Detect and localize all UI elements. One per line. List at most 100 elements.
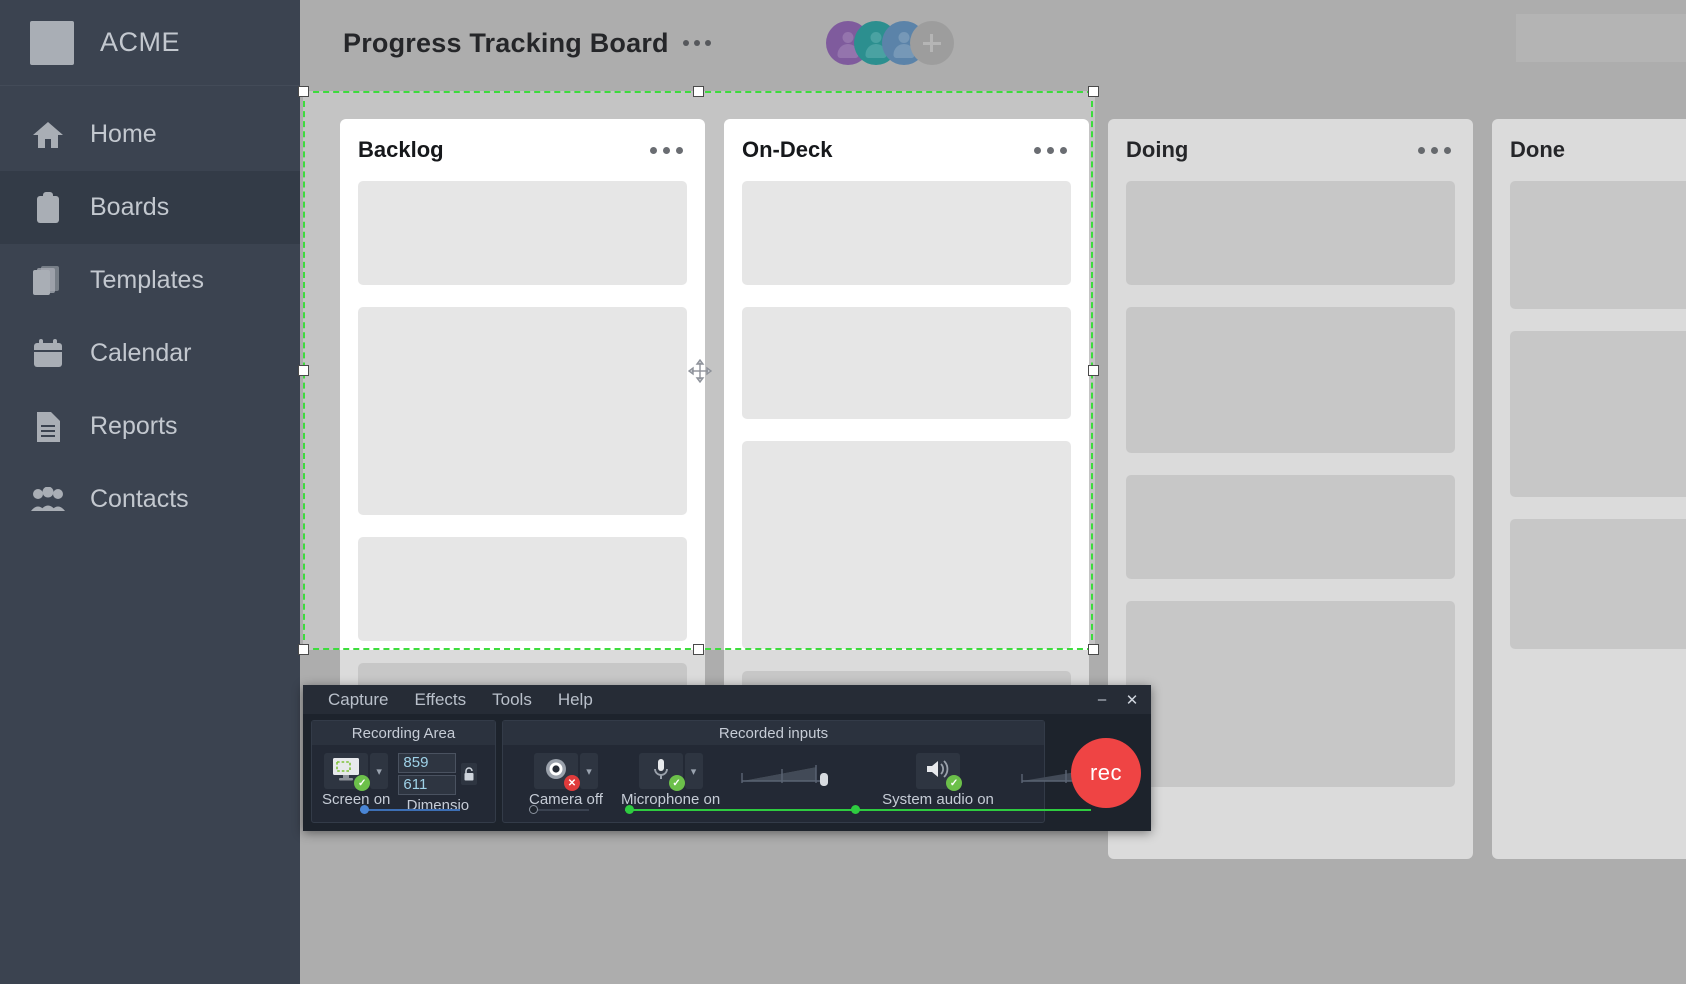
resize-handle-bl[interactable] [298,644,309,655]
sidebar-item-calendar[interactable]: Calendar [0,317,300,390]
resize-handle-br[interactable] [1088,644,1099,655]
board-column-on-deck: On-Deck [724,119,1089,775]
board-card[interactable] [1510,519,1686,649]
recording-area-slider[interactable] [360,805,460,815]
recording-width-input[interactable]: 859 [398,753,457,773]
sidebar-item-boards[interactable]: Boards [0,171,300,244]
board-card[interactable] [358,181,687,285]
record-button[interactable]: rec [1071,738,1141,808]
board-card[interactable] [1126,601,1455,787]
system-audio-volume-slider[interactable] [851,805,1091,815]
board-card[interactable] [1126,307,1455,453]
status-badge-on: ✓ [946,775,963,791]
screen-recorder-window: Capture Effects Tools Help – ✕ Recording… [303,685,1151,831]
recorder-menubar: Capture Effects Tools Help – ✕ [303,685,1151,714]
brand[interactable]: ACME [0,0,300,86]
sidebar-nav: Home Boards Templates Calendar Reports C… [0,86,300,536]
sidebar-item-label: Boards [90,193,170,221]
home-icon [30,117,66,153]
recorded-inputs-title: Recorded inputs [503,721,1044,745]
window-controls: – ✕ [1089,685,1145,714]
board-card[interactable] [1510,181,1686,309]
column-menu-ellipsis-icon[interactable] [1418,146,1451,154]
screen-select-button[interactable]: ✓ [324,753,371,791]
resize-handle-bc[interactable] [693,644,704,655]
system-audio-button[interactable]: ✓ [916,753,963,791]
chevron-down-icon-microphone[interactable]: ▾ [684,753,703,789]
sidebar-item-label: Reports [90,412,178,440]
column-menu-ellipsis-icon[interactable] [1034,146,1067,154]
chevron-down-icon-camera[interactable]: ▾ [579,753,598,789]
minimize-button[interactable]: – [1089,688,1115,712]
calendar-icon [30,336,66,372]
brand-name: ACME [100,27,181,57]
board-card[interactable] [742,441,1071,649]
close-button[interactable]: ✕ [1119,688,1145,712]
recording-area-panel: Recording Area ✓ ▾ Screen on 859 611 Dim… [311,720,496,823]
menu-help[interactable]: Help [545,690,606,710]
status-badge-off: ✕ [563,775,580,791]
resize-handle-tl[interactable] [298,86,309,97]
camera-slider[interactable] [529,805,589,815]
people-icon [30,482,66,518]
microphone-level-meter [738,757,834,789]
sidebar-item-label: Templates [90,266,204,294]
sidebar-item-label: Calendar [90,339,192,367]
sidebar-item-label: Contacts [90,485,189,513]
board-card[interactable] [1126,475,1455,579]
sidebar-item-templates[interactable]: Templates [0,244,300,317]
column-header: Doing [1108,119,1473,181]
board-card[interactable] [742,307,1071,419]
square-logo-icon [30,20,74,65]
chevron-down-icon-screen[interactable]: ▾ [370,753,389,789]
sidebar-item-home[interactable]: Home [0,98,300,171]
resize-handle-mr[interactable] [1088,365,1099,376]
status-badge-on: ✓ [668,775,685,791]
sidebar-item-contacts[interactable]: Contacts [0,463,300,536]
microphone-button[interactable]: ✓ [638,753,685,791]
page-title: Progress Tracking Board [343,27,669,58]
board-columns: Backlog On-Deck Doing Done [300,86,1686,984]
recorder-body: Recording Area ✓ ▾ Screen on 859 611 Dim… [303,714,1151,831]
board-card[interactable] [742,181,1071,285]
lock-icon[interactable] [461,763,478,785]
recording-area-title: Recording Area [312,721,495,745]
board-column-done: Done [1492,119,1686,859]
recorded-inputs-panel: Recorded inputs ✕ ▾ Camera off ✓ ▾ Micro… [502,720,1110,823]
board-menu-ellipsis-icon[interactable] [682,40,711,46]
board-header: Progress Tracking Board [300,0,1686,86]
clipboard-icon [30,190,66,226]
board-card[interactable] [1126,181,1455,285]
sidebar: ACME Home Boards Templates Calendar Repo… [0,0,300,984]
board-column-doing: Doing [1108,119,1473,859]
microphone-volume-slider[interactable] [625,805,857,815]
camera-button[interactable]: ✕ [533,753,580,791]
column-header: Done [1492,119,1686,181]
board-card[interactable] [358,537,687,641]
member-avatars [825,21,954,65]
status-badge-on: ✓ [354,775,371,791]
add-member-button[interactable] [909,21,954,65]
move-cursor-icon [687,358,713,384]
sidebar-item-reports[interactable]: Reports [0,390,300,463]
column-title: On-Deck [742,137,833,162]
menu-tools[interactable]: Tools [479,690,545,710]
board-card[interactable] [358,307,687,515]
column-menu-ellipsis-icon[interactable] [650,146,683,154]
recording-height-input[interactable]: 611 [398,775,457,795]
board-area: Progress Tracking Board Backlog On-Deck … [300,0,1686,984]
resize-handle-tc[interactable] [693,86,704,97]
menu-effects[interactable]: Effects [401,690,479,710]
sidebar-item-label: Home [90,120,157,148]
microphone-icon [652,757,670,786]
menu-capture[interactable]: Capture [315,690,401,710]
header-right-panel[interactable] [1516,14,1686,62]
column-header: Backlog [340,119,705,181]
board-card[interactable] [1510,331,1686,497]
copy-icon [30,263,66,299]
resize-handle-tr[interactable] [1088,86,1099,97]
column-header: On-Deck [724,119,1089,181]
document-icon [30,409,66,445]
resize-handle-ml[interactable] [298,365,309,376]
column-title: Backlog [358,137,444,162]
